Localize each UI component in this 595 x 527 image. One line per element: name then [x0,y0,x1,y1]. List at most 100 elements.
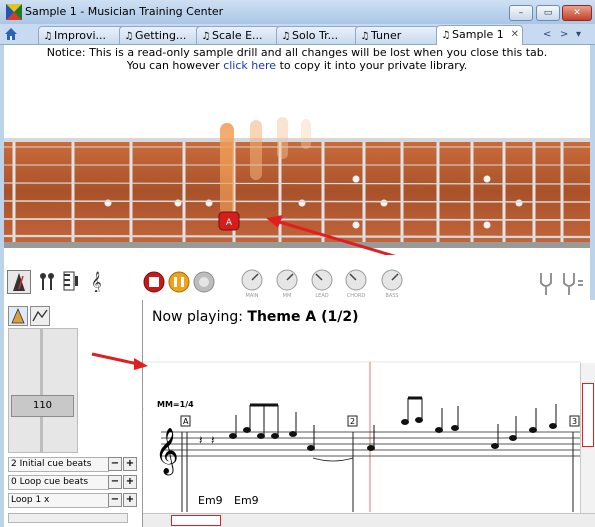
pause-button [168,271,190,293]
treble-clef-icon: 𝄞 [155,428,179,476]
tab-solo-training[interactable]: ♫ Solo Tr... [276,26,360,44]
tuning-fork-icon [540,273,552,295]
horizontal-scrollbar[interactable] [143,513,595,527]
tab-label: Solo Tr... [292,29,339,42]
tab-getting-started[interactable]: ♫ Getting... [119,26,204,44]
svg-text:A: A [226,218,233,228]
svg-text:3: 3 [572,417,577,426]
tab-menu-icon[interactable]: ▾ [576,29,581,40]
plus-button[interactable]: + [123,493,137,507]
minus-button[interactable]: − [108,493,122,507]
treble-clef-icon[interactable]: 𝄞 [86,270,108,292]
dial-mm [276,269,298,291]
tab-tuner[interactable]: ♫ Tuner [355,26,439,44]
notice-banner: Notice: This is a read-only sample drill… [4,46,590,72]
piano-icon[interactable] [60,270,82,292]
transport-controls: MAIN MM LEAD CHORD BASS [143,269,403,299]
loop-count-control: Loop 1 x − + [8,493,138,508]
tab-bar: ♫ Improvi... ♫ Getting... ♫ Scale E... ♫ Sol… [0,24,595,45]
music-note-icon: ♫ [441,30,451,41]
main-content: Notice: This is a read-only sample drill… [4,45,595,527]
tab-label: Improvi... [54,29,107,42]
minus-button[interactable]: − [108,457,122,471]
left-toolbar: 𝄞 [4,267,134,295]
notice-text: to copy it into your private library. [276,59,468,72]
active-note-marker: A [218,211,240,231]
tab-scroll-right-icon[interactable]: > [560,29,568,40]
rehearsal-marks: A 2 3 [180,415,580,427]
staff [161,431,581,457]
tab-label: Tuner [371,29,402,42]
tempo-marking: MM=1/4 [157,400,194,409]
close-icon: ✕ [573,8,581,18]
scroll-thumb[interactable] [171,515,221,526]
annotation-arrow [91,352,148,370]
tab-improvisation[interactable]: ♫ Improvi... [38,26,132,44]
chord-symbol: Em9 [198,494,223,507]
dial-label-main: MAIN [246,293,259,299]
minimize-button[interactable]: – [509,5,533,21]
music-note-icon: ♫ [124,31,134,42]
dial-lead [311,269,333,291]
svg-text:𝄽: 𝄽 [199,433,203,447]
sheet-music: MM=1/4 𝄞 A 2 3 𝄽 𝄽 Em9 Em9 [143,361,581,512]
scroll-thumb[interactable] [582,383,594,447]
metronome-icon[interactable] [7,270,31,294]
microphone-icon[interactable] [36,270,58,292]
initial-cue-beats-control: 2 Initial cue beats − + [8,457,138,472]
music-note-icon: ♫ [360,31,370,42]
loop-count-label: Loop 1 x [8,493,109,508]
initial-cue-beats-label: 2 Initial cue beats [8,457,109,472]
left-panel: 110 2 Initial cue beats − + 0 Loop cue b… [4,300,142,527]
slider-track [40,329,43,452]
svg-text:𝄽: 𝄽 [211,433,215,447]
notes: 𝄽 𝄽 [199,396,557,462]
tempo-slider[interactable]: 110 [8,328,78,453]
music-note-icon: ♫ [281,31,291,42]
dial-chord [345,269,367,291]
curve-icon [32,309,48,322]
tab-sample-1[interactable]: ♫ Sample 1 ✕ [436,25,523,45]
svg-text:A: A [183,417,189,426]
guitar-fretboard[interactable]: A [4,95,590,255]
close-button[interactable]: ✕ [562,5,592,21]
window-title: Sample 1 - Musician Training Center [25,5,224,18]
tab-scale-exercise[interactable]: ♫ Scale E... [196,26,281,44]
notice-text: You can however [126,59,224,72]
minimize-icon: – [518,8,524,18]
music-note-icon: ♫ [201,31,211,42]
tuning-fork-icons[interactable] [536,271,586,297]
metronome-icon [11,307,25,324]
tempo-value[interactable]: 110 [11,395,74,417]
chord-symbol: Em9 [234,494,259,507]
plus-button[interactable]: + [123,475,137,489]
score-view[interactable]: Now playing: Theme A (1/2) MM=1/4 𝄞 A 2 … [142,300,595,527]
record-button [193,271,215,293]
close-tab-icon[interactable]: ✕ [511,26,519,43]
restore-button[interactable]: ▭ [536,5,560,21]
title-bar: Sample 1 - Musician Training Center – ▭ … [0,0,595,24]
dial-label-chord: CHORD [347,293,366,299]
dial-label-bass: BASS [385,293,398,299]
home-icon[interactable] [4,27,18,41]
restore-icon: ▭ [543,8,553,18]
metronome-mode-button[interactable] [8,306,28,326]
now-playing-title: Theme A (1/2) [247,309,359,325]
envelope-mode-button[interactable] [30,306,50,326]
svg-text:2: 2 [350,417,355,426]
tuning-fork-settings-icon [563,273,583,295]
app-logo-icon [6,4,22,20]
tab-label: Sample 1 [452,28,504,41]
dial-bass [381,269,403,291]
copy-link[interactable]: click here [223,59,276,72]
vertical-scrollbar[interactable] [580,363,595,513]
tab-scroll-left-icon[interactable]: < [543,29,551,40]
notice-line-1: Notice: This is a read-only sample drill… [46,46,548,59]
dial-label-lead: LEAD [315,293,328,299]
chord-symbols: Em9 Em9 [198,494,259,507]
plus-button[interactable]: + [123,457,137,471]
minus-button[interactable]: − [108,475,122,489]
scroll-bar[interactable] [8,513,128,523]
notice-line-2: You can however click here to copy it in… [4,59,590,72]
now-playing-prefix: Now playing: [152,309,248,325]
